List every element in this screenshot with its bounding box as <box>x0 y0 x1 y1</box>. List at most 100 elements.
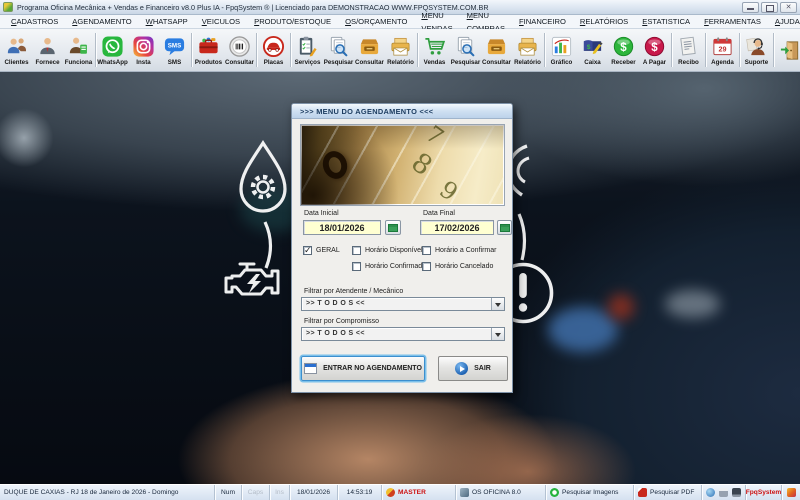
exit-button[interactable]: SAIR <box>438 356 508 381</box>
toolbar-agenda-button[interactable]: 29 Agenda <box>707 30 738 71</box>
toolbar-consultar-vendas-button[interactable]: Consultar <box>481 30 512 71</box>
toolbar-vendas-button[interactable]: Vendas <box>419 30 450 71</box>
menu-item-ajuda[interactable]: AJUDA <box>768 15 800 28</box>
dialog-title: >>> MENU DO AGENDAMENTO <<< <box>292 104 512 119</box>
checkbox-horario-disponivel[interactable] <box>352 246 361 255</box>
checkbox-horario-a-confirmar-label: Horário a Confirmar <box>435 247 497 254</box>
toolbar-grafico-button[interactable]: Gráfico <box>546 30 577 71</box>
toolbar-produtos-button[interactable]: Produtos <box>193 30 224 71</box>
chevron-down-icon[interactable] <box>491 298 504 310</box>
enter-agenda-button[interactable]: ENTRAR NO AGENDAMENTO <box>301 356 425 381</box>
search-docs-icon <box>454 34 478 59</box>
cart-icon <box>423 34 447 59</box>
toolbar-whatsapp-button[interactable]: WhatsApp <box>97 30 128 71</box>
oil-drop-gear-icon <box>239 140 287 213</box>
toolbar-consultar-produtos-button[interactable]: Consultar <box>224 30 255 71</box>
toolbar-pesquisar-vendas-label: Pesquisar <box>450 59 481 66</box>
toolbar-servicos-button[interactable]: Serviços <box>292 30 323 71</box>
toolbar-insta-button[interactable]: Insta <box>128 30 159 71</box>
calendar-icon <box>499 223 510 232</box>
checkbox-horario-cancelado[interactable] <box>422 262 431 271</box>
close-button[interactable] <box>780 1 797 13</box>
toolbar-pesquisar-vendas-button[interactable]: Pesquisar <box>450 30 481 71</box>
toolbar-pesquisar-os-button[interactable]: Pesquisar <box>323 30 354 71</box>
toolbar-relatorio-os-button[interactable]: Relatório <box>385 30 416 71</box>
checkbox-horario-confirmado[interactable] <box>352 262 361 271</box>
toolbar-consultar-produtos-label: Consultar <box>225 59 254 66</box>
statusbar: DUQUE DE CAXIAS - RJ 18 de Janeiro de 20… <box>0 484 800 500</box>
toolbar-pesquisar-os-label: Pesquisar <box>323 59 354 66</box>
toolbar-placas-button[interactable]: Placas <box>258 30 289 71</box>
window-titlebar: Programa Oficina Mecânica + Vendas e Fin… <box>0 0 800 15</box>
checkbook-icon: $ <box>581 34 605 59</box>
checkbox-horario-disponivel-label: Horário Disponível <box>365 247 423 254</box>
status-search-images[interactable]: Pesquisar Imagens <box>546 485 634 500</box>
dollar-red-icon: $ <box>643 34 667 59</box>
toolbar-fornece-button[interactable]: Fornece <box>32 30 63 71</box>
supplier-icon <box>36 34 60 59</box>
toolbar-fornece-label: Fornece <box>35 59 60 66</box>
menu-item-estatistica[interactable]: ESTATISTICA <box>635 15 697 28</box>
toolbar-clientes-button[interactable]: Clientes <box>1 30 32 71</box>
status-search-images-label: Pesquisar Imagens <box>562 489 619 496</box>
app-logo-icon <box>3 2 13 12</box>
checkbox-horario-cancelado-label: Horário Cancelado <box>435 263 494 270</box>
status-caps: Caps <box>242 485 270 500</box>
toolbar-a-pagar-button[interactable]: $ A Pagar <box>639 30 670 71</box>
date-end-label: Data Final <box>423 210 455 217</box>
toolbar-recibo-button[interactable]: Recibo <box>673 30 704 71</box>
restore-button[interactable] <box>761 1 778 13</box>
enter-agenda-button-label: ENTRAR NO AGENDAMENTO <box>323 365 422 372</box>
support-icon <box>745 34 769 59</box>
menu-item-veiculos[interactable]: VEICULOS <box>195 15 247 28</box>
toolbar-suporte-button[interactable]: Suporte <box>741 30 772 71</box>
menu-item-os-or-amento[interactable]: OS/ORÇAMENTO <box>338 15 414 28</box>
toolbar-receber-button[interactable]: $ Receber <box>608 30 639 71</box>
status-search-pdf[interactable]: Pesquisar PDF <box>634 485 702 500</box>
menu-item-cadastros[interactable]: CADASTROS <box>4 15 65 28</box>
checkbox-geral[interactable] <box>303 245 312 256</box>
search-docs-icon <box>327 34 351 59</box>
browser-icon[interactable] <box>706 488 716 497</box>
date-start-calendar-button[interactable] <box>385 220 401 235</box>
toolbar-sms-label: SMS <box>167 59 182 66</box>
toolbar-sms-button[interactable]: SMS SMS <box>159 30 190 71</box>
date-end-field[interactable]: 17/02/2026 <box>420 220 494 235</box>
toolbar: Clientes Fornece Funciona WhatsApp Insta SMS S… <box>0 29 800 72</box>
toolbar-sair-sistema-button[interactable] <box>775 30 800 71</box>
arc-right-icon <box>517 213 526 261</box>
toolbar-caixa-label: Caixa <box>584 59 601 66</box>
toolbar-funciona-button[interactable]: Funciona <box>63 30 94 71</box>
filter-attendant-label: Filtrar por Atendente / Mecânico <box>304 288 404 295</box>
toolbar-consultar-os-label: Consultar <box>355 59 384 66</box>
menu-item-relat-rios[interactable]: RELATÓRIOS <box>573 15 635 28</box>
toolbar-consultar-os-button[interactable]: Consultar <box>354 30 385 71</box>
filter-attendant-select[interactable]: >> T O D O S << <box>301 297 505 311</box>
chart-icon <box>550 34 574 59</box>
status-os-version[interactable]: OS OFICINA 8.0 <box>456 485 546 500</box>
filter-commitment-select[interactable]: >> T O D O S << <box>301 327 505 341</box>
fpq-logo-icon <box>786 488 796 497</box>
menu-item-ferramentas[interactable]: FERRAMENTAS <box>697 15 768 28</box>
menu-item-produto-estoque[interactable]: PRODUTO/ESTOQUE <box>247 15 338 28</box>
exit-door-icon <box>779 38 800 63</box>
toolbar-grafico-label: Gráfico <box>550 59 573 66</box>
people-icon <box>5 34 29 59</box>
toolbar-relatorio-vendas-button[interactable]: Relatório <box>512 30 543 71</box>
chevron-down-icon[interactable] <box>491 328 504 340</box>
minimize-button[interactable] <box>742 1 759 13</box>
toolbar-caixa-button[interactable]: $ Caixa <box>577 30 608 71</box>
toolbar-separator <box>290 33 291 67</box>
status-ins: Ins <box>270 485 290 500</box>
date-end-calendar-button[interactable] <box>497 220 512 235</box>
menu-item-agendamento[interactable]: AGENDAMENTO <box>65 15 138 28</box>
receipt-icon <box>677 34 701 59</box>
printer-icon[interactable] <box>718 488 728 497</box>
date-start-field[interactable]: 18/01/2026 <box>303 220 381 235</box>
menu-item-financeiro[interactable]: FINANCEIRO <box>512 15 573 28</box>
toolbar-relatorio-os-label: Relatório <box>387 59 414 66</box>
checkbox-horario-a-confirmar[interactable] <box>422 246 431 255</box>
menu-item-whatsapp[interactable]: WHATSAPP <box>139 15 195 28</box>
report-icon <box>389 34 413 59</box>
monitor-icon[interactable] <box>731 488 741 497</box>
